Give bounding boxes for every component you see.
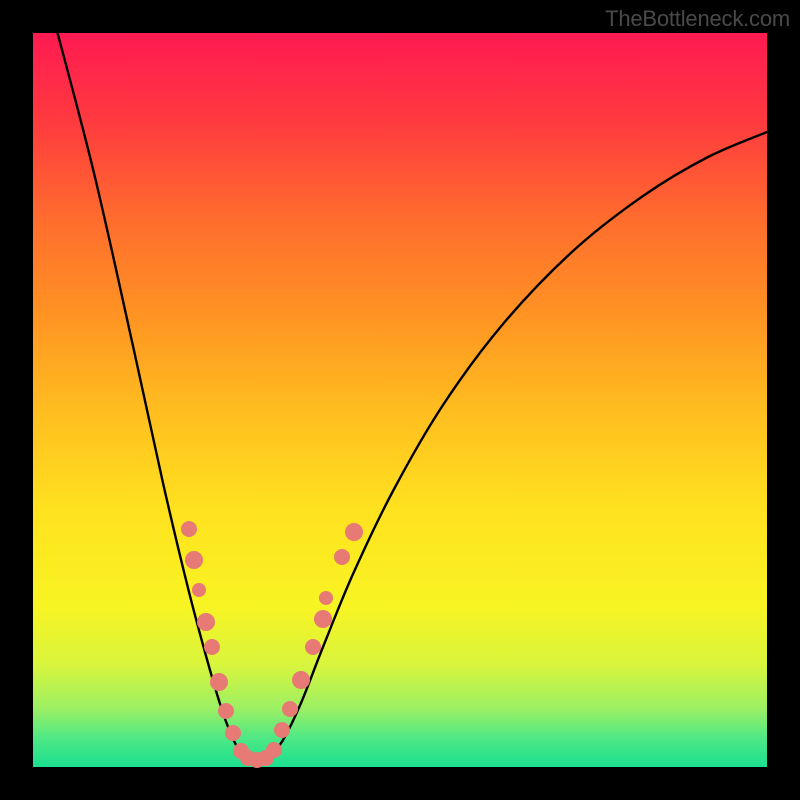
right-branch-dots-point xyxy=(319,591,333,605)
chart-frame: TheBottleneck.com xyxy=(0,0,800,800)
left-branch-dots-point xyxy=(218,703,234,719)
bottleneck-curve xyxy=(50,5,767,760)
left-branch-dots-point xyxy=(192,583,206,597)
chart-svg xyxy=(33,33,767,767)
right-branch-dots-point xyxy=(274,722,290,738)
plot-area xyxy=(33,33,767,767)
scatter-dots xyxy=(181,521,363,768)
right-branch-dots-point xyxy=(314,610,332,628)
right-branch-dots-point xyxy=(345,523,363,541)
right-branch-dots-point xyxy=(305,639,321,655)
left-branch-dots-point xyxy=(210,673,228,691)
bottleneck-curve xyxy=(50,5,767,760)
right-branch-dots-point xyxy=(292,671,310,689)
left-branch-dots-point xyxy=(225,725,241,741)
left-branch-dots-point xyxy=(197,613,215,631)
right-branch-dots-point xyxy=(334,549,350,565)
left-branch-dots-point xyxy=(204,639,220,655)
left-branch-dots-point xyxy=(185,551,203,569)
right-branch-dots-point xyxy=(282,701,298,717)
attribution-text: TheBottleneck.com xyxy=(605,6,790,32)
left-branch-dots-point xyxy=(181,521,197,537)
valley-floor-dots-point xyxy=(266,742,282,758)
